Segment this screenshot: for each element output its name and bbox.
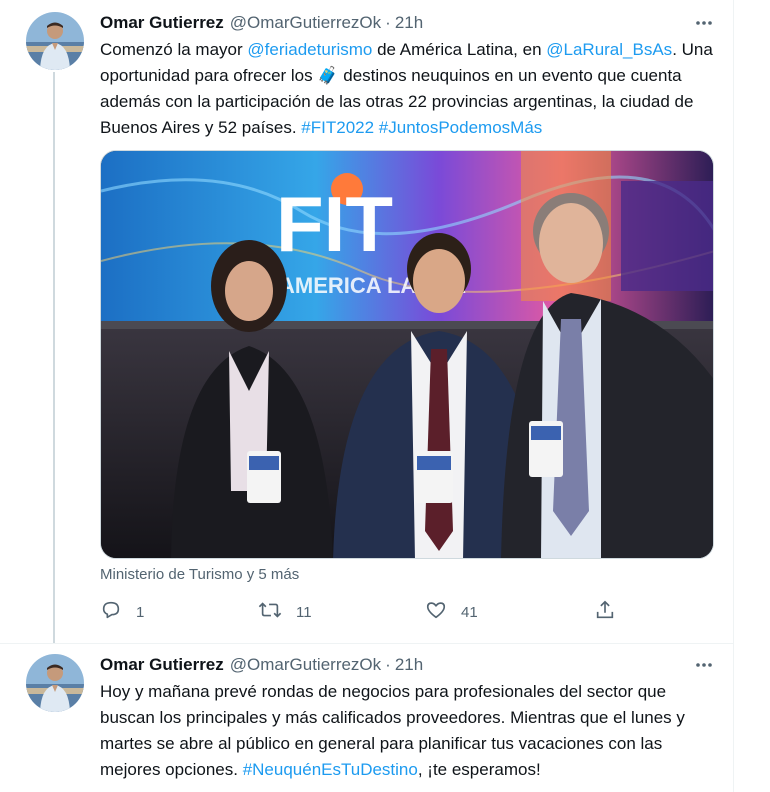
mention-link[interactable]: @LaRural_BsAs xyxy=(546,40,672,59)
share-icon xyxy=(594,599,616,625)
like-button[interactable]: 41 xyxy=(425,598,478,626)
tweet-photo[interactable]: FIT AMERICA LATINA xyxy=(100,150,714,559)
tweet-text-segment: Comenzó la mayor xyxy=(100,40,248,59)
mention-link[interactable]: @feriadeturismo xyxy=(247,40,372,59)
reply-button[interactable]: 1 xyxy=(100,598,144,626)
tweet-text-segment: de América Latina, en xyxy=(372,40,547,59)
tweet-divider xyxy=(0,643,733,644)
more-icon[interactable] xyxy=(692,11,716,35)
like-icon xyxy=(425,599,447,625)
retweet-button[interactable]: 11 xyxy=(258,598,312,626)
share-button[interactable] xyxy=(594,598,616,626)
author-handle[interactable]: @OmarGutierrezOk xyxy=(230,655,381,675)
author-avatar[interactable] xyxy=(26,12,84,70)
hashtag-link[interactable]: #JuntosPodemosMás xyxy=(379,118,542,137)
author-avatar[interactable] xyxy=(26,654,84,712)
tweet-text: Comenzó la mayor @feriadeturismo de Amér… xyxy=(100,37,722,141)
reply-icon xyxy=(100,599,122,625)
tweet-text: Hoy y mañana prevé rondas de negocios pa… xyxy=(100,679,722,783)
more-icon[interactable] xyxy=(692,653,716,677)
media-sign-text: FIT xyxy=(276,180,393,268)
tweet-text-segment: , ¡te esperamos! xyxy=(417,760,541,779)
timeline-right-border xyxy=(733,0,734,792)
author-name[interactable]: Omar Gutierrez xyxy=(100,13,224,33)
retweet-count: 11 xyxy=(296,603,312,621)
header-separator: · xyxy=(385,655,391,674)
like-count: 41 xyxy=(461,603,478,621)
tweet-timestamp[interactable]: 21h xyxy=(395,13,423,33)
tweet-timestamp[interactable]: 21h xyxy=(395,655,423,675)
header-separator: · xyxy=(385,13,391,32)
reply-count: 1 xyxy=(136,603,145,621)
tweet-text-segment: 🧳 xyxy=(317,66,339,85)
author-name[interactable]: Omar Gutierrez xyxy=(100,655,224,675)
tweet-actions: 1 11 41 xyxy=(100,598,620,626)
author-handle[interactable]: @OmarGutierrezOk xyxy=(230,13,381,33)
tweet-header: Omar Gutierrez @OmarGutierrezOk · 21h xyxy=(100,654,423,676)
retweet-icon xyxy=(258,599,282,625)
tweet-header: Omar Gutierrez @OmarGutierrezOk · 21h xyxy=(100,12,423,34)
hashtag-link[interactable]: #FIT2022 xyxy=(301,118,374,137)
tagged-users[interactable]: Ministerio de Turismo y 5 más xyxy=(100,565,299,585)
thread-connector-line xyxy=(53,72,55,644)
hashtag-link[interactable]: #NeuquénEsTuDestino xyxy=(243,760,418,779)
